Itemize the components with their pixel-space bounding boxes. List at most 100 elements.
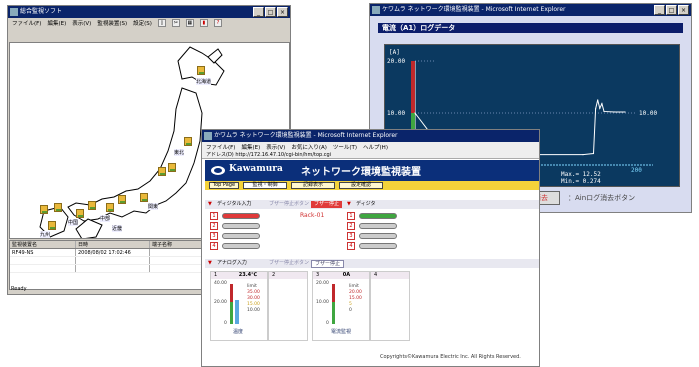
gauge-fill — [235, 300, 239, 324]
gauge-red — [332, 284, 335, 302]
address-bar[interactable]: アドレス(D) http://172.16.47.10/cgi-bin/hm/t… — [202, 151, 539, 159]
minimize-button[interactable]: _ — [654, 5, 665, 15]
buzzer-stop-button[interactable]: ブザー停止 — [311, 260, 345, 268]
close-button[interactable]: × — [678, 5, 689, 15]
site-marker[interactable] — [158, 167, 166, 176]
maximize-button[interactable]: □ — [666, 5, 677, 15]
menu-bar: ファイル(F) 編集(E) 表示(V) 監視装置(S) 設定(S) ▯ ✂ ▦ … — [8, 18, 290, 27]
gauge-green — [332, 302, 335, 324]
data-point — [599, 107, 601, 109]
region-label-hokkaido: 北海道 — [196, 78, 212, 85]
slot-number: 2 — [347, 222, 355, 230]
grid-icon[interactable]: ▦ — [185, 18, 194, 27]
limit-value: 30.00 — [247, 296, 260, 301]
menu-edit[interactable]: 編集(E) — [241, 143, 260, 151]
down-arrow-icon: ▼ — [208, 260, 212, 266]
menu-favorites[interactable]: お気に入り(A) — [291, 143, 327, 151]
chart-icon[interactable]: ▮ — [199, 18, 208, 27]
site-marker[interactable] — [168, 163, 176, 172]
limit-value: 15.00 — [247, 302, 260, 307]
data-point — [582, 154, 584, 156]
limit-value: 10.00 — [247, 308, 260, 313]
site-marker[interactable] — [76, 209, 84, 218]
analog-cell: 4 — [370, 271, 410, 341]
title-bar[interactable]: かワムラ ネットワーク環境監視装置 - Microsoft Internet E… — [202, 130, 539, 142]
status-pill[interactable] — [359, 223, 397, 229]
status-pill[interactable] — [222, 223, 260, 229]
nav-bar: Top Page 監視・制御 記録表示 設定確認 — [205, 181, 539, 190]
browser-window: かワムラ ネットワーク環境監視装置 - Microsoft Internet E… — [201, 129, 540, 367]
nav-settings[interactable]: 設定確認 — [339, 182, 383, 189]
status-pill[interactable] — [359, 243, 397, 249]
menu-help[interactable]: ヘルプ(H) — [363, 143, 388, 151]
region-label-chugoku: 中国 — [68, 219, 79, 226]
analog-input-bar: ▼ アナログ入力 ブザー停止ボタン ブザー停止 — [205, 259, 539, 268]
y-tick-label: 20.00 — [387, 58, 405, 65]
slot-number: 3 — [210, 232, 218, 240]
threshold-label: 10.00 — [639, 110, 657, 117]
menu-view[interactable]: 表示(V) — [72, 19, 91, 27]
cut-icon[interactable]: ✂ — [171, 18, 180, 27]
site-marker[interactable] — [140, 193, 148, 202]
menu-device[interactable]: 監視装置(S) — [97, 19, 127, 27]
down-arrow-icon: ▼ — [208, 201, 212, 207]
limit-value: 20.00 — [349, 290, 362, 295]
table-cell — [150, 249, 206, 256]
site-marker[interactable] — [54, 203, 62, 212]
column-header[interactable]: 日時 — [76, 241, 150, 248]
slot-number: 3 — [347, 232, 355, 240]
region-label-kinki: 近畿 — [112, 225, 123, 232]
site-marker[interactable] — [118, 195, 126, 204]
column-header[interactable]: 監視装置名 — [10, 241, 76, 248]
new-doc-icon[interactable]: ▯ — [157, 18, 166, 27]
menu-view[interactable]: 表示(V) — [266, 143, 285, 151]
ie-icon — [372, 6, 380, 14]
title-bar[interactable]: 総合監視ソフト _ □ × — [8, 6, 290, 18]
nav-records[interactable]: 記録表示 — [291, 182, 335, 189]
region-label-kyushu: 九州 — [40, 231, 51, 238]
status-pill[interactable] — [222, 243, 260, 249]
menu-file[interactable]: ファイル(F) — [206, 143, 235, 151]
nav-monitor-control[interactable]: 監視・制御 — [243, 182, 287, 189]
site-marker[interactable] — [88, 201, 96, 210]
menu-tools[interactable]: ツール(T) — [333, 143, 357, 151]
clear-log-note: ：Ainログ消去ボタン — [568, 194, 636, 202]
table-cell: RF49-NS — [10, 249, 76, 256]
status-pill[interactable] — [359, 233, 397, 239]
status-pill-alarm[interactable] — [222, 213, 260, 219]
site-marker[interactable] — [40, 205, 48, 214]
info-right: Min.= 0.274 — [561, 178, 601, 185]
gauge-red — [230, 284, 233, 302]
buzzer-stop-button[interactable]: ブザー停止 — [311, 201, 343, 208]
menu-settings[interactable]: 設定(S) — [133, 19, 152, 27]
gauge-green — [230, 302, 233, 324]
column-header[interactable]: 端子名称 — [150, 241, 206, 248]
minimize-button[interactable]: _ — [253, 7, 264, 17]
menu-file[interactable]: ファイル(F) — [12, 19, 41, 27]
header-title: ネットワーク環境監視装置 — [301, 167, 421, 178]
site-marker[interactable] — [106, 203, 114, 212]
digital-input-label: ディジタ — [356, 201, 376, 207]
digital-input-label: ディジタル入力 — [217, 201, 252, 207]
status-pill-ok[interactable] — [359, 213, 397, 219]
site-marker[interactable] — [184, 137, 192, 146]
limit-value: 15.00 — [349, 296, 362, 301]
scale-min: 0 — [326, 321, 329, 326]
site-marker[interactable] — [48, 221, 56, 230]
limit-label: limit — [247, 284, 257, 289]
x-tick-label: 200 — [631, 167, 642, 174]
title-bar[interactable]: ケワムラ ネットワーク環境監視装置 - Microsoft Internet E… — [370, 4, 691, 16]
scale-max: 40.00 — [214, 281, 227, 286]
menu-edit[interactable]: 編集(E) — [47, 19, 66, 27]
status-pill[interactable] — [222, 233, 260, 239]
window-title: 総合監視ソフト — [20, 8, 63, 15]
close-button[interactable]: × — [277, 7, 288, 17]
site-marker[interactable] — [197, 66, 205, 75]
maximize-button[interactable]: □ — [265, 7, 276, 17]
limit-value: 5 — [349, 302, 352, 307]
help-icon[interactable]: ? — [213, 18, 222, 27]
analog-input-label: アナログ入力 — [217, 260, 247, 266]
nav-top-page[interactable]: Top Page — [209, 182, 239, 189]
region-label-kanto: 関東 — [148, 203, 159, 210]
analog-cell: 2 — [268, 271, 308, 341]
